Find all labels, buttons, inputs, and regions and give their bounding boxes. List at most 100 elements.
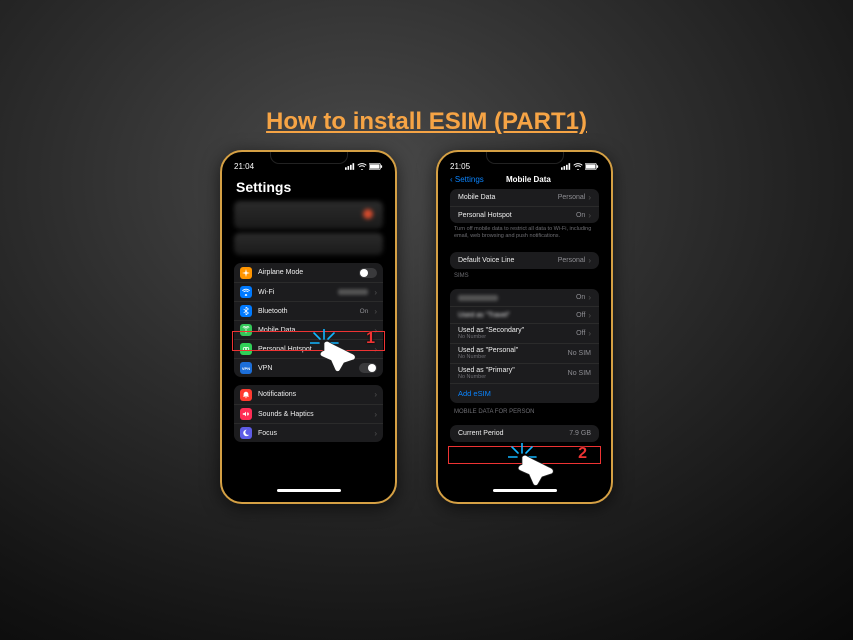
chevron-right-icon: › xyxy=(588,293,591,302)
row-label: Airplane Mode xyxy=(258,269,353,276)
chevron-right-icon: › xyxy=(374,410,377,419)
row-label: Wi-Fi xyxy=(258,289,332,296)
chevron-right-icon: › xyxy=(588,311,591,320)
row-label: Focus xyxy=(258,430,368,437)
group-usage: Current Period 7.9 GB xyxy=(450,425,599,442)
step-number-2: 2 xyxy=(578,445,587,463)
footnote-text: Turn off mobile data to restrict all dat… xyxy=(444,223,605,244)
row-value: On xyxy=(576,212,585,219)
chevron-right-icon: › xyxy=(588,329,591,338)
group-sims: On› Used as "Travel" Off› Used as "Secon… xyxy=(450,289,599,403)
row-current-period: Current Period 7.9 GB xyxy=(450,425,599,442)
vpn-toggle[interactable] xyxy=(359,363,377,373)
airplane-toggle[interactable] xyxy=(359,268,377,278)
row-label: Personal Hotspot xyxy=(258,346,368,353)
page-title: Settings xyxy=(228,173,389,199)
row-notifications[interactable]: Notifications › xyxy=(234,385,383,404)
signal-icon xyxy=(345,163,355,170)
row-label: Default Voice Line xyxy=(458,257,514,264)
airplane-icon xyxy=(240,267,252,279)
row-sim-3[interactable]: Used as "Personal"No Number No SIM xyxy=(450,343,599,363)
tutorial-title: How to install ESIM (PART1) xyxy=(266,108,587,136)
row-sublabel: No Number xyxy=(458,374,515,380)
row-sim-4[interactable]: Used as "Primary"No Number No SIM xyxy=(450,363,599,383)
status-icons xyxy=(561,162,599,171)
status-time: 21:05 xyxy=(450,162,470,171)
row-value: Personal xyxy=(558,257,586,264)
bluetooth-icon xyxy=(240,305,252,317)
antenna-icon xyxy=(240,324,252,336)
row-label: Current Period xyxy=(458,430,504,437)
row-sim-0[interactable]: On› xyxy=(450,289,599,306)
row-sim-2[interactable]: Used as "Secondary"No Number Off› xyxy=(450,323,599,343)
blurred-profile-row xyxy=(234,201,383,229)
row-value: Off xyxy=(576,330,585,337)
phone-settings-screenshot: 21:04 Settings Airplane Mode Wi-Fi › xyxy=(220,150,397,504)
row-label: Notifications xyxy=(258,391,368,398)
signal-icon xyxy=(561,163,571,170)
row-airplane-mode[interactable]: Airplane Mode xyxy=(234,263,383,282)
row-label: Used as "Primary" xyxy=(458,367,515,374)
row-sublabel: No Number xyxy=(458,334,524,340)
row-focus[interactable]: Focus › xyxy=(234,423,383,442)
phone-mobile-data-screenshot: 21:05 ‹ Settings Mobile Data Mobile Data… xyxy=(436,150,613,504)
chevron-right-icon: › xyxy=(374,288,377,297)
row-value: No SIM xyxy=(568,350,591,357)
row-value: On xyxy=(576,294,585,301)
row-personal-hotspot[interactable]: Personal Hotspot On› xyxy=(450,206,599,223)
row-label: Mobile Data xyxy=(258,327,368,334)
row-label: VPN xyxy=(258,365,353,372)
chevron-right-icon: › xyxy=(588,211,591,220)
row-wifi[interactable]: Wi-Fi › xyxy=(234,282,383,301)
row-personal-hotspot[interactable]: Personal Hotspot › xyxy=(234,339,383,358)
chevron-right-icon: › xyxy=(588,193,591,202)
nav-bar: ‹ Settings Mobile Data xyxy=(444,173,605,185)
status-icons xyxy=(345,162,383,171)
wifi-value-blurred xyxy=(338,289,368,295)
wifi-icon xyxy=(240,286,252,298)
tap-hand-icon xyxy=(508,443,556,487)
wifi-icon xyxy=(357,163,367,170)
chevron-right-icon: › xyxy=(374,390,377,399)
wifi-icon xyxy=(573,163,583,170)
phone-notch xyxy=(270,152,348,164)
moon-icon xyxy=(240,427,252,439)
battery-icon xyxy=(585,163,599,170)
status-time: 21:04 xyxy=(234,162,254,171)
row-label: Bluetooth xyxy=(258,308,354,315)
hotspot-icon xyxy=(240,343,252,355)
group-data: Mobile Data Personal› Personal Hotspot O… xyxy=(450,189,599,223)
row-vpn[interactable]: VPN VPN xyxy=(234,358,383,377)
row-label: Used as "Secondary" xyxy=(458,327,524,334)
phone-notch xyxy=(486,152,564,164)
row-default-voice[interactable]: Default Voice Line Personal› xyxy=(450,252,599,269)
row-bluetooth[interactable]: Bluetooth On › xyxy=(234,301,383,320)
row-value: 7.9 GB xyxy=(569,430,591,437)
sims-header: SIMs xyxy=(444,269,605,281)
row-add-esim-container: Add eSIM xyxy=(450,383,599,403)
add-esim-button[interactable]: Add eSIM xyxy=(450,384,499,403)
settings-group-connectivity: Airplane Mode Wi-Fi › Bluetooth On › Mob… xyxy=(234,263,383,377)
row-sim-1[interactable]: Used as "Travel" Off› xyxy=(450,306,599,323)
group-voice: Default Voice Line Personal› xyxy=(450,252,599,269)
bell-icon xyxy=(240,389,252,401)
row-label: Sounds & Haptics xyxy=(258,411,368,418)
vpn-icon: VPN xyxy=(240,362,252,374)
blurred-label xyxy=(458,295,498,301)
row-value: Personal xyxy=(558,194,586,201)
chevron-right-icon: › xyxy=(588,256,591,265)
row-label: Personal Hotspot xyxy=(458,212,512,219)
row-sounds[interactable]: Sounds & Haptics › xyxy=(234,404,383,423)
home-indicator xyxy=(277,489,341,492)
row-label: Mobile Data xyxy=(458,194,495,201)
row-sublabel: No Number xyxy=(458,354,518,360)
row-value: No SIM xyxy=(568,370,591,377)
chevron-right-icon: › xyxy=(374,307,377,316)
blurred-row xyxy=(234,233,383,255)
row-mobile-data[interactable]: Mobile Data › xyxy=(234,320,383,339)
step-number-1: 1 xyxy=(366,330,375,348)
row-mobile-data[interactable]: Mobile Data Personal› xyxy=(450,189,599,206)
home-indicator xyxy=(493,489,557,492)
row-label: Used as "Travel" xyxy=(458,312,510,319)
chevron-right-icon: › xyxy=(374,429,377,438)
